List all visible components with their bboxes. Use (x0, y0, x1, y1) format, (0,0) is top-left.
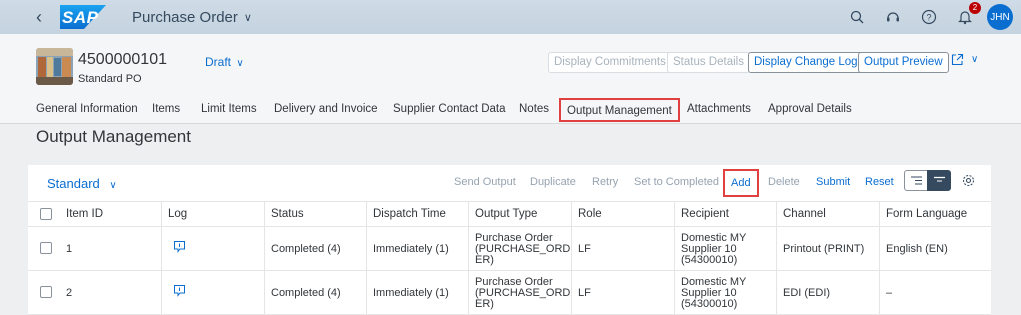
display-commitments-button[interactable]: Display Commitments (548, 52, 672, 73)
cell-role: LF (578, 243, 591, 255)
back-icon[interactable]: ‹ (28, 0, 50, 34)
po-thumbnail-image (36, 48, 73, 85)
delete-button[interactable]: Delete (768, 176, 800, 188)
recipient-line: (54300010) (681, 254, 738, 266)
column-header-item-id[interactable]: Item ID (66, 208, 103, 220)
align-left-button[interactable] (904, 170, 928, 191)
help-icon[interactable]: ? (919, 7, 939, 27)
chevron-down-icon: ∨ (971, 54, 979, 65)
output-management-panel: Standard ∨ Send Output Duplicate Retry S… (28, 165, 991, 315)
cell-recipient: Domestic MY Supplier 10 (54300010) (681, 277, 746, 310)
table-row[interactable]: 1 Completed (4) Immediately (1) Purchase… (28, 227, 991, 271)
gear-icon[interactable] (962, 174, 975, 190)
select-all-checkbox[interactable] (40, 208, 52, 220)
tab-notes[interactable]: Notes (519, 103, 549, 115)
notification-icon[interactable]: 2 (955, 2, 981, 27)
cell-channel: EDI (EDI) (783, 287, 831, 299)
submit-button[interactable]: Submit (816, 176, 850, 188)
send-output-button[interactable]: Send Output (454, 176, 516, 188)
table-header: Item ID Log Status Dispatch Time Output … (28, 201, 991, 227)
column-header-recipient[interactable]: Recipient (681, 208, 729, 220)
search-icon[interactable] (847, 7, 867, 27)
variant-label: Standard (47, 176, 100, 191)
row-checkbox[interactable] (40, 242, 52, 254)
svg-text:?: ? (926, 13, 931, 23)
app-title[interactable]: Purchase Order ∨ (132, 9, 252, 26)
recipient-line: (54300010) (681, 298, 738, 310)
display-change-log-button[interactable]: Display Change Log (748, 52, 864, 73)
output-type-line: ER) (475, 298, 494, 310)
condensed-view-icon (933, 176, 945, 182)
section-title: Output Management (36, 127, 191, 146)
po-type: Standard PO (78, 73, 142, 85)
reset-button[interactable]: Reset (865, 176, 894, 188)
object-header: 4500000101 Standard PO Draft ∨ Display C… (0, 34, 1021, 97)
cell-dispatch-time: Immediately (1) (373, 243, 449, 255)
cell-channel: Printout (PRINT) (783, 243, 865, 255)
condensed-view-button[interactable] (927, 170, 951, 191)
user-avatar[interactable]: JHN (987, 4, 1013, 30)
tab-supplier-contact-data[interactable]: Supplier Contact Data (393, 103, 506, 115)
output-type-line: ER) (475, 254, 494, 266)
cell-status: Completed (4) (271, 287, 341, 299)
column-header-dispatch-time[interactable]: Dispatch Time (373, 208, 446, 220)
add-button[interactable]: Add (723, 169, 759, 197)
chevron-down-icon: ∨ (243, 11, 252, 24)
cell-form-language: – (886, 287, 893, 299)
set-to-completed-button[interactable]: Set to Completed (634, 176, 719, 188)
shell-bar: ‹ SAP Purchase Order ∨ ? 2 JHN (0, 0, 1021, 34)
column-header-form-language[interactable]: Form Language (886, 208, 967, 220)
output-preview-button[interactable]: Output Preview (858, 52, 949, 73)
draft-status-selector[interactable]: Draft ∨ (205, 55, 244, 69)
sap-logo[interactable]: SAP (60, 5, 106, 29)
sap-logo-text: SAP (62, 8, 99, 27)
log-icon[interactable] (173, 240, 186, 256)
notification-badge: 2 (969, 2, 981, 14)
table-row[interactable]: 2 Completed (4) Immediately (1) Purchase… (28, 271, 991, 315)
cell-role: LF (578, 287, 591, 299)
tab-general-information[interactable]: General Information (36, 103, 138, 115)
retry-button[interactable]: Retry (592, 176, 618, 188)
cell-dispatch-time: Immediately (1) (373, 287, 449, 299)
tab-approval-details[interactable]: Approval Details (768, 103, 852, 115)
duplicate-button[interactable]: Duplicate (530, 176, 576, 188)
chevron-down-icon: ∨ (109, 180, 117, 191)
row-checkbox[interactable] (40, 286, 52, 298)
tab-bar: General Information Items Limit Items De… (0, 97, 1021, 124)
column-header-status[interactable]: Status (271, 208, 304, 220)
cell-output-type: Purchase Order (PURCHASE_ORD ER) (475, 277, 570, 310)
po-number: 4500000101 (78, 51, 167, 68)
column-header-role[interactable]: Role (578, 208, 602, 220)
tab-items[interactable]: Items (152, 103, 180, 115)
cell-status: Completed (4) (271, 243, 341, 255)
share-icon (951, 53, 964, 66)
tab-output-management[interactable]: Output Management (559, 98, 680, 122)
cell-item-id: 2 (66, 287, 73, 299)
column-header-channel[interactable]: Channel (783, 208, 826, 220)
cell-recipient: Domestic MY Supplier 10 (54300010) (681, 233, 746, 266)
app-title-label: Purchase Order (132, 8, 238, 26)
variant-selector[interactable]: Standard ∨ (47, 176, 117, 191)
chevron-down-icon: ∨ (236, 58, 244, 69)
shell-actions: ? 2 JHN (847, 0, 1021, 34)
log-icon[interactable] (173, 284, 186, 300)
share-button[interactable]: ∨ (951, 53, 978, 66)
status-details-button[interactable]: Status Details (667, 52, 750, 73)
draft-status-label: Draft (205, 55, 232, 69)
tab-limit-items[interactable]: Limit Items (201, 103, 257, 115)
column-header-log[interactable]: Log (168, 208, 187, 220)
support-icon[interactable] (883, 7, 903, 27)
align-left-icon (910, 176, 922, 185)
column-header-output-type[interactable]: Output Type (475, 208, 537, 220)
cell-output-type: Purchase Order (PURCHASE_ORD ER) (475, 233, 570, 266)
tab-delivery-and-invoice[interactable]: Delivery and Invoice (274, 103, 378, 115)
cell-form-language: English (EN) (886, 243, 948, 255)
cell-item-id: 1 (66, 243, 73, 255)
tab-attachments[interactable]: Attachments (687, 103, 751, 115)
